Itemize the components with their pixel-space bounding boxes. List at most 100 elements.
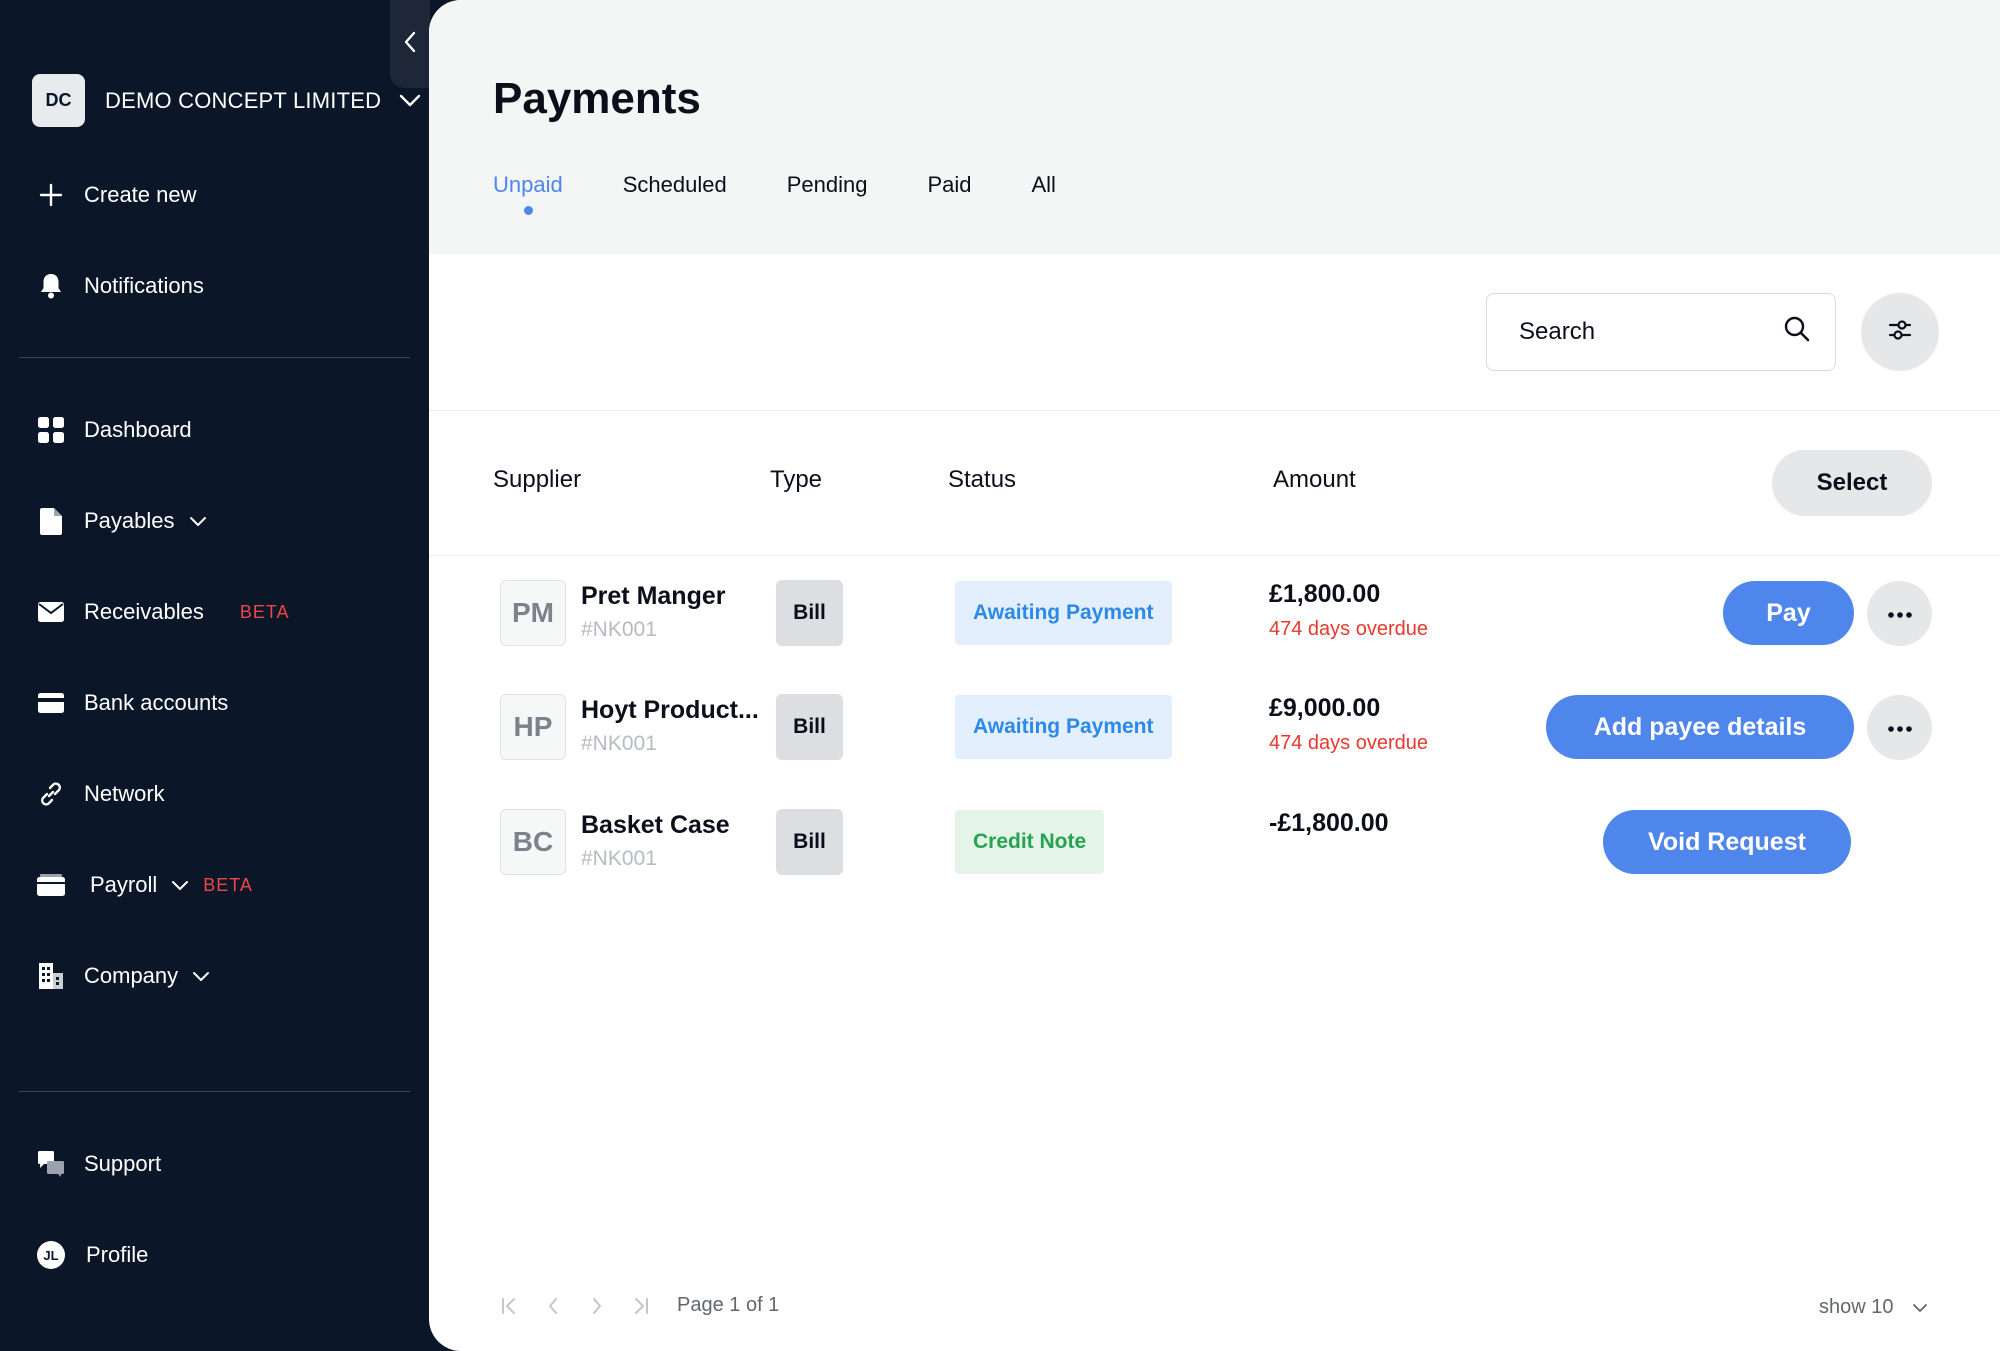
add-payee-details-button[interactable]: Add payee details bbox=[1546, 695, 1854, 759]
profile-button[interactable]: JL Profile bbox=[36, 1235, 148, 1275]
tab-label: Pending bbox=[786, 172, 868, 197]
first-page-icon[interactable] bbox=[499, 1296, 519, 1316]
tab-unpaid[interactable]: Unpaid bbox=[493, 172, 563, 215]
chevron-down-icon bbox=[192, 967, 210, 985]
void-request-button[interactable]: Void Request bbox=[1603, 810, 1851, 874]
create-new-button[interactable]: Create new bbox=[36, 175, 197, 215]
sliders-icon bbox=[1887, 317, 1913, 348]
profile-label: Profile bbox=[86, 1242, 149, 1267]
tab-label: Unpaid bbox=[493, 172, 563, 197]
table-row[interactable]: PM Pret Manger #NK001 Bill Awaiting Paym… bbox=[429, 580, 2000, 650]
pay-button[interactable]: Pay bbox=[1723, 581, 1854, 645]
plus-icon bbox=[36, 180, 66, 210]
sidebar-divider bbox=[19, 357, 410, 358]
sidebar-item-label: Network bbox=[84, 781, 165, 806]
sidebar-item-label: Payables bbox=[84, 508, 175, 533]
tab-label: Scheduled bbox=[622, 172, 727, 197]
more-options-button[interactable] bbox=[1867, 581, 1932, 646]
type-badge: Bill bbox=[776, 580, 843, 646]
column-header-amount: Amount bbox=[1273, 466, 1356, 493]
page-indicator: Page 1 of 1 bbox=[677, 1294, 780, 1316]
sidebar-item-label: Receivables bbox=[84, 599, 204, 624]
dashboard-icon bbox=[36, 415, 66, 445]
tab-scheduled[interactable]: Scheduled bbox=[623, 172, 727, 198]
sidebar-divider bbox=[19, 1091, 410, 1092]
divider bbox=[429, 410, 2000, 411]
page-title: Payments bbox=[493, 74, 701, 123]
supplier-name: Hoyt Product... bbox=[581, 696, 759, 724]
supplier-name: Pret Manger bbox=[581, 582, 726, 610]
tab-all[interactable]: All bbox=[1032, 172, 1056, 198]
filter-button[interactable] bbox=[1861, 293, 1939, 371]
chevron-down-icon bbox=[1912, 1299, 1930, 1317]
supplier-ref: #NK001 bbox=[581, 618, 657, 641]
supplier-avatar: PM bbox=[500, 580, 566, 646]
sidebar-item-payables[interactable]: Payables bbox=[36, 501, 207, 541]
page-header: Payments Unpaid Scheduled Pending Paid A… bbox=[429, 0, 2000, 254]
supplier-ref: #NK001 bbox=[581, 732, 657, 755]
main-panel: Payments Unpaid Scheduled Pending Paid A… bbox=[429, 0, 2000, 1351]
sidebar-item-receivables[interactable]: Receivables BETA bbox=[36, 592, 290, 632]
status-badge: Awaiting Payment bbox=[955, 695, 1172, 759]
more-icon bbox=[1887, 719, 1912, 737]
tab-label: All bbox=[1031, 172, 1056, 197]
chevron-down-icon bbox=[189, 512, 207, 530]
type-badge: Bill bbox=[776, 694, 843, 760]
beta-badge: BETA bbox=[239, 601, 290, 622]
tab-paid[interactable]: Paid bbox=[927, 172, 971, 198]
document-icon bbox=[36, 506, 66, 536]
sidebar-item-dashboard[interactable]: Dashboard bbox=[36, 410, 192, 450]
tab-label: Paid bbox=[927, 172, 972, 197]
support-button[interactable]: Support bbox=[36, 1144, 161, 1184]
sidebar-item-company[interactable]: Company bbox=[36, 956, 210, 996]
next-page-icon[interactable] bbox=[587, 1296, 607, 1316]
org-switcher[interactable]: DC DEMO CONCEPT LIMITED bbox=[32, 74, 421, 127]
chevron-down-icon bbox=[399, 90, 421, 112]
create-new-label: Create new bbox=[84, 182, 197, 207]
page-size-select[interactable]: show 10 bbox=[1819, 1296, 1930, 1319]
table-row[interactable]: HP Hoyt Product... #NK001 Bill Awaiting … bbox=[429, 694, 2000, 764]
amount-value: £9,000.00 bbox=[1269, 694, 1381, 722]
column-header-status: Status bbox=[948, 466, 1017, 493]
overdue-text: 474 days overdue bbox=[1269, 618, 1429, 640]
column-header-supplier: Supplier bbox=[493, 466, 582, 493]
svg-text:JL: JL bbox=[43, 1248, 58, 1263]
support-label: Support bbox=[84, 1151, 162, 1176]
org-name: DEMO CONCEPT LIMITED bbox=[105, 87, 382, 113]
notifications-button[interactable]: Notifications bbox=[36, 266, 204, 306]
sidebar-item-bank-accounts[interactable]: Bank accounts bbox=[36, 683, 228, 723]
more-options-button[interactable] bbox=[1867, 695, 1932, 760]
chevron-left-icon bbox=[403, 31, 417, 58]
type-badge: Bill bbox=[776, 809, 843, 875]
divider bbox=[429, 555, 2000, 556]
more-icon bbox=[1887, 605, 1912, 623]
tab-pending[interactable]: Pending bbox=[787, 172, 868, 198]
sidebar-item-payroll[interactable]: Payroll BETA bbox=[36, 865, 253, 905]
chat-icon bbox=[36, 1149, 66, 1179]
search-placeholder: Search bbox=[1519, 318, 1596, 345]
table-row[interactable]: BC Basket Case #NK001 Bill Credit Note -… bbox=[429, 809, 2000, 879]
envelope-icon bbox=[36, 597, 66, 627]
supplier-ref: #NK001 bbox=[581, 847, 657, 870]
search-input[interactable]: Search bbox=[1486, 293, 1836, 371]
card-icon bbox=[36, 688, 66, 718]
profile-avatar: JL bbox=[36, 1240, 66, 1270]
sidebar-item-label: Dashboard bbox=[84, 417, 192, 442]
page-size-label: show 10 bbox=[1819, 1296, 1894, 1318]
active-tab-indicator bbox=[523, 206, 533, 215]
sidebar-item-network[interactable]: Network bbox=[36, 774, 165, 814]
search-icon bbox=[1783, 315, 1811, 350]
collapse-sidebar-button[interactable] bbox=[390, 0, 430, 88]
wallet-icon bbox=[36, 870, 66, 900]
select-button[interactable]: Select bbox=[1772, 450, 1932, 516]
previous-page-icon[interactable] bbox=[543, 1296, 563, 1316]
sidebar-item-label: Payroll bbox=[90, 872, 158, 897]
last-page-icon[interactable] bbox=[631, 1296, 651, 1316]
status-badge: Awaiting Payment bbox=[955, 581, 1172, 645]
beta-badge: BETA bbox=[203, 874, 253, 895]
link-icon bbox=[36, 779, 66, 809]
sidebar: DC DEMO CONCEPT LIMITED Create new Notif… bbox=[0, 0, 430, 1351]
sidebar-item-label: Bank accounts bbox=[84, 690, 229, 715]
supplier-avatar: HP bbox=[500, 694, 566, 760]
amount-value: £1,800.00 bbox=[1269, 580, 1381, 608]
